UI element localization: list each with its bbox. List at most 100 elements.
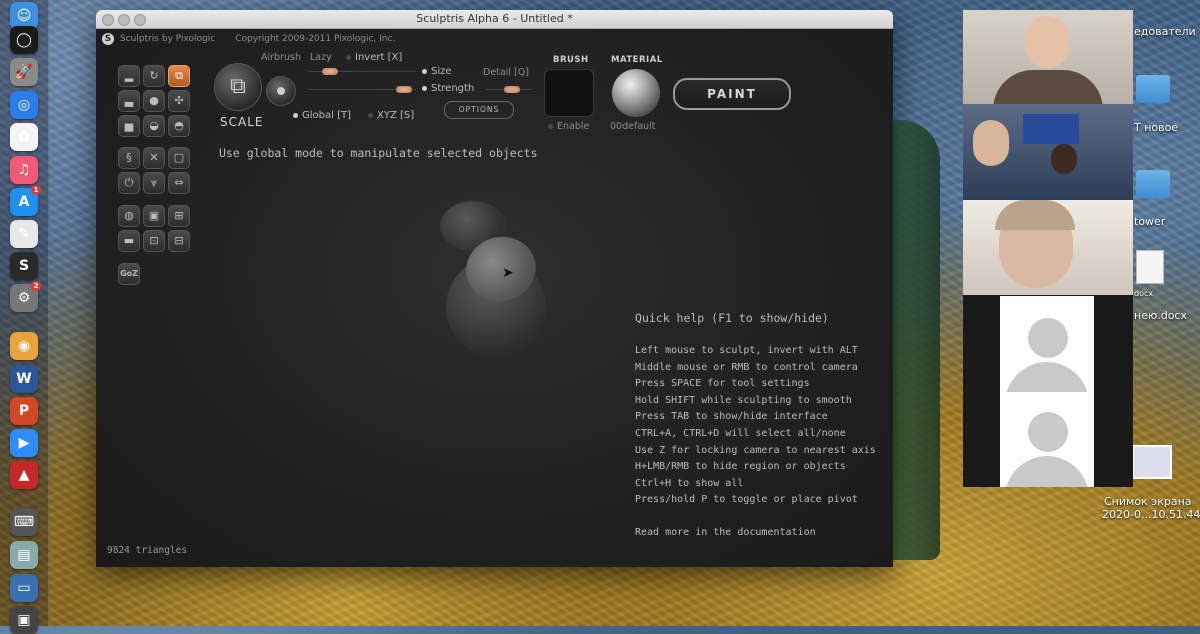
sculptris-dock-icon[interactable]: S [10, 252, 38, 280]
flip-icon[interactable]: ⇔ [168, 172, 190, 194]
chrome-icon[interactable]: ◉ [10, 332, 38, 360]
sphere-icon[interactable]: ◍ [118, 205, 140, 227]
goz-button[interactable]: GoZ [118, 263, 140, 285]
draw-tool-icon[interactable]: ▂ [118, 65, 140, 87]
folder-icon[interactable]: ▭ [10, 574, 38, 602]
brush-slot[interactable] [544, 69, 594, 117]
detail-label: Detail [Q] [483, 67, 529, 78]
detail-slider-knob[interactable] [504, 86, 520, 93]
participant-face [1051, 144, 1077, 174]
smooth-tool-icon[interactable]: ◒ [143, 115, 165, 137]
quick-help-line: Ctrl+H to show all [635, 477, 744, 489]
siri-icon[interactable]: ◯ [10, 26, 38, 54]
brand-bar: S Sculptris by Pixologic Copyright 2009-… [102, 33, 395, 45]
video-tile-avatar-1[interactable] [1000, 296, 1094, 392]
video-tile-avatar-2[interactable] [1000, 392, 1094, 487]
close-window-button[interactable] [102, 14, 114, 26]
grab-tool-icon[interactable]: ▅ [118, 115, 140, 137]
tool-hint: Use global mode to manipulate selected o… [219, 146, 538, 160]
mouse-cursor-icon: ➤ [502, 265, 514, 281]
music-icon[interactable]: ♫ [10, 156, 38, 184]
size-dot-icon [422, 68, 427, 74]
merge-icon[interactable]: ⊞ [168, 205, 190, 227]
export-icon[interactable]: ⊟ [168, 230, 190, 252]
sculpt-viewport-model[interactable] [426, 197, 566, 357]
pinch-tool-icon[interactable]: ✣ [168, 90, 190, 112]
zoom-window-button[interactable] [134, 14, 146, 26]
quick-help-line: Middle mouse or RMB to control camera [635, 361, 858, 373]
global-label: Global [T] [302, 110, 351, 121]
avatar-body [1005, 362, 1089, 392]
brand-name: Sculptris by Pixologic [120, 34, 216, 44]
crease-tool-icon[interactable]: ↻ [143, 65, 165, 87]
global-toggle[interactable]: Global [T] [293, 110, 351, 121]
photos-icon[interactable]: ✿ [10, 123, 38, 151]
participant-hair [995, 200, 1075, 230]
inflate-tool-icon[interactable]: ● [143, 90, 165, 112]
reduce-tool-icon[interactable]: ◓ [168, 115, 190, 137]
power-icon[interactable]: ⏻ [118, 172, 140, 194]
documentation-link[interactable]: Read more in the documentation [635, 527, 885, 538]
brush-header: BRUSH [553, 55, 589, 65]
notification-badge: 1 [31, 185, 41, 195]
preview-icon[interactable]: ▤ [10, 541, 38, 569]
textedit-icon[interactable]: ✎ [10, 220, 38, 248]
window-icon[interactable]: ▣ [10, 606, 38, 634]
video-tile-participant-2[interactable] [963, 104, 1133, 200]
symmetry-icon[interactable]: § [118, 147, 140, 169]
avatar-head [1028, 318, 1068, 358]
desktop-icon-label[interactable]: docx [1134, 289, 1153, 298]
airbrush-label: Airbrush [261, 52, 301, 63]
scale-tool-icon[interactable]: ⧉ [168, 65, 190, 87]
powerpoint-icon[interactable]: P [10, 397, 38, 425]
size-slider-knob[interactable] [322, 68, 338, 75]
paint-button[interactable]: PAINT [673, 78, 791, 110]
participant-body [993, 70, 1103, 104]
enable-radio-icon [548, 124, 553, 129]
wireframe-icon[interactable]: ✕ [143, 147, 165, 169]
quick-help-line: H+LMB/RMB to hide region or objects [635, 461, 846, 473]
material-preview[interactable] [612, 69, 660, 117]
keyboard-icon[interactable]: ⌨ [10, 508, 38, 536]
video-tile-participant-1[interactable] [963, 10, 1133, 104]
desktop-icon-label[interactable]: нею.docx [1134, 309, 1187, 322]
airbrush-toggle[interactable] [266, 76, 296, 106]
current-tool-scale-icon[interactable]: ⧉ [214, 63, 262, 111]
app-icon[interactable]: ▲ [10, 461, 38, 489]
flatten-tool-icon[interactable]: ▃ [118, 90, 140, 112]
current-tool-label: SCALE [220, 115, 264, 129]
lazy-label: Lazy [310, 52, 332, 63]
zoom-icon[interactable]: ▶ [10, 429, 38, 457]
window-titlebar[interactable]: Sculptris Alpha 6 - Untitled * [96, 10, 893, 29]
quick-help-line: Hold SHIFT while sculpting to smooth [635, 394, 852, 406]
screenshot-label[interactable]: Снимок экрана [1104, 495, 1192, 508]
desktop-folder-icon[interactable] [1136, 170, 1170, 198]
strength-slider-knob[interactable] [396, 86, 412, 93]
screenshot-date[interactable]: 2020-0...10.51.44 [1102, 508, 1200, 521]
subdivide-icon[interactable]: ▢ [168, 147, 190, 169]
invert-toggle[interactable]: Invert [X] [346, 52, 402, 63]
wave-icon[interactable]: ⩔ [143, 172, 165, 194]
screenshot-thumbnail[interactable] [1132, 445, 1172, 479]
launchpad-icon[interactable]: 🚀 [10, 58, 38, 86]
desktop-icon-label[interactable]: tower [1134, 215, 1165, 228]
video-tile-participant-3[interactable] [963, 200, 1133, 295]
desktop-file-icon[interactable] [1136, 250, 1164, 284]
save-icon[interactable]: ⊡ [143, 230, 165, 252]
xyz-label: XYZ [S] [377, 110, 415, 121]
open-icon[interactable]: ▬ [118, 230, 140, 252]
system-preferences-icon[interactable]: ⚙ 2 [10, 281, 41, 312]
desktop-icon-label[interactable]: едователи [1134, 25, 1196, 38]
enable-label: Enable [557, 121, 590, 132]
safari-icon[interactable]: ◎ [10, 91, 38, 119]
desktop-icon-label[interactable]: Т новое [1134, 121, 1178, 134]
plane-icon[interactable]: ▣ [143, 205, 165, 227]
quick-help-title: Quick help (F1 to show/hide) [635, 311, 829, 325]
minimize-window-button[interactable] [118, 14, 130, 26]
options-button[interactable]: OPTIONS [444, 101, 514, 119]
appstore-icon[interactable]: A1 [10, 185, 41, 216]
word-icon[interactable]: W [10, 365, 38, 393]
xyz-toggle[interactable]: XYZ [S] [368, 110, 414, 121]
desktop-folder-icon[interactable] [1136, 75, 1170, 103]
brush-enable[interactable]: Enable [548, 121, 589, 132]
